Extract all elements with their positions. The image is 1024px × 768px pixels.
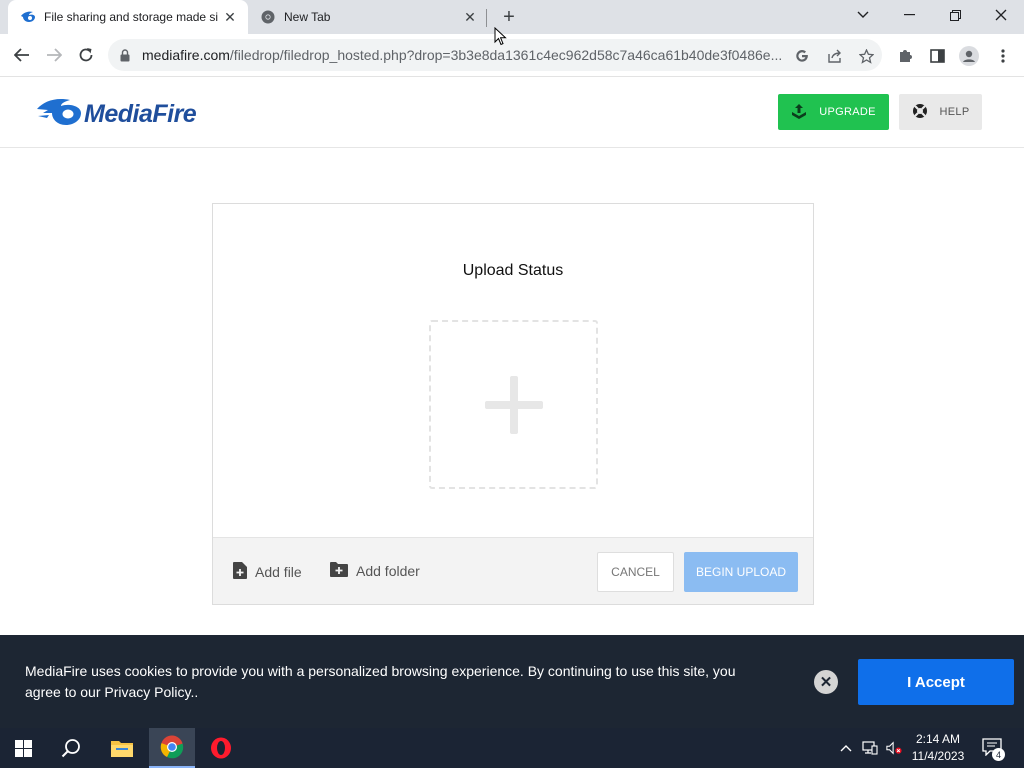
mediafire-flame-icon: [36, 98, 82, 131]
close-window-icon[interactable]: [978, 0, 1024, 30]
cookie-banner: MediaFire uses cookies to provide you wi…: [0, 635, 1024, 728]
reload-icon[interactable]: [72, 41, 100, 69]
profile-avatar-icon[interactable]: [958, 45, 980, 67]
volume-muted-icon[interactable]: [886, 740, 902, 756]
add-plus-icon-vertical: [510, 376, 518, 434]
tab-close-icon[interactable]: ✕: [460, 7, 480, 27]
system-clock[interactable]: 2:14 AM 11/4/2023: [906, 731, 970, 765]
help-button[interactable]: HELP: [899, 94, 982, 130]
file-dropzone[interactable]: [429, 320, 598, 489]
lock-icon: [120, 48, 134, 62]
upload-status-title: Upload Status: [462, 262, 564, 279]
site-header: MediaFire UPGRADE HELP: [0, 78, 1024, 148]
url-host: mediafire.com: [142, 47, 230, 63]
restore-icon[interactable]: [932, 0, 978, 30]
notification-count-badge: 4: [992, 748, 1005, 761]
extensions-puzzle-icon[interactable]: [894, 45, 916, 67]
upgrade-label: UPGRADE: [819, 106, 876, 118]
tab-close-icon[interactable]: ✕: [220, 7, 240, 27]
windows-start-icon[interactable]: [0, 728, 46, 768]
chrome-favicon-icon: [260, 9, 276, 25]
chrome-taskbar-icon[interactable]: [149, 728, 195, 768]
logo-wordmark: MediaFire: [84, 100, 197, 128]
upload-footer: Add file Add folder CANCEL BEGIN UPLOAD: [213, 537, 813, 604]
new-tab-plus-icon[interactable]: +: [498, 6, 520, 28]
add-folder-label: Add folder: [356, 563, 420, 579]
google-lens-icon[interactable]: [792, 46, 812, 66]
forward-arrow-icon[interactable]: [40, 41, 68, 69]
add-file-button[interactable]: Add file: [233, 562, 302, 582]
share-icon[interactable]: [824, 46, 844, 66]
mouse-cursor-icon: [494, 26, 507, 51]
minimize-icon[interactable]: [886, 0, 932, 30]
cookie-close-icon[interactable]: ✕: [814, 670, 838, 694]
accept-cookies-button[interactable]: I Accept: [858, 659, 1014, 705]
bookmark-star-icon[interactable]: [856, 46, 876, 66]
browser-toolbar: mediafire.com/filedrop/filedrop_hosted.p…: [0, 34, 1024, 77]
tab-separator: [486, 9, 487, 27]
search-icon[interactable]: [48, 728, 94, 768]
cancel-button[interactable]: CANCEL: [597, 552, 674, 592]
side-panel-icon[interactable]: [926, 45, 948, 67]
add-folder-button[interactable]: Add folder: [330, 562, 420, 580]
back-arrow-icon[interactable]: [8, 41, 36, 69]
url-text: mediafire.com/filedrop/filedrop_hosted.p…: [142, 47, 782, 63]
clock-date: 11/4/2023: [911, 749, 965, 763]
windows-taskbar: 2:14 AM 11/4/2023 4: [0, 728, 1024, 768]
tab-search-chevron-icon[interactable]: [840, 0, 886, 30]
upgrade-button[interactable]: UPGRADE: [778, 94, 889, 130]
mediafire-logo[interactable]: MediaFire: [36, 98, 197, 131]
mediafire-favicon-icon: [20, 9, 36, 25]
tray-chevron-up-icon[interactable]: [838, 740, 854, 756]
tab-title: New Tab: [284, 10, 331, 24]
upload-card: Upload Status Add file Add folder CANCEL…: [212, 203, 814, 605]
lifebuoy-icon: [912, 103, 928, 122]
chrome-menu-icon[interactable]: [992, 45, 1014, 67]
cookie-message: MediaFire uses cookies to provide you wi…: [25, 663, 736, 700]
help-label: HELP: [939, 106, 970, 118]
tab-title: File sharing and storage made si: [44, 10, 219, 24]
network-icon[interactable]: [862, 740, 878, 756]
file-add-icon: [233, 562, 247, 582]
add-file-label: Add file: [255, 564, 302, 580]
file-explorer-icon[interactable]: [99, 728, 145, 768]
folder-add-icon: [330, 562, 348, 580]
clock-time: 2:14 AM: [915, 732, 961, 746]
browser-tab-bar: File sharing and storage made si ✕ New T…: [0, 0, 1024, 34]
opera-icon[interactable]: [198, 728, 244, 768]
upgrade-icon: [791, 103, 807, 122]
tab-new-tab[interactable]: New Tab ✕: [248, 0, 488, 34]
tab-mediafire[interactable]: File sharing and storage made si ✕: [8, 0, 248, 34]
begin-upload-button[interactable]: BEGIN UPLOAD: [684, 552, 798, 592]
